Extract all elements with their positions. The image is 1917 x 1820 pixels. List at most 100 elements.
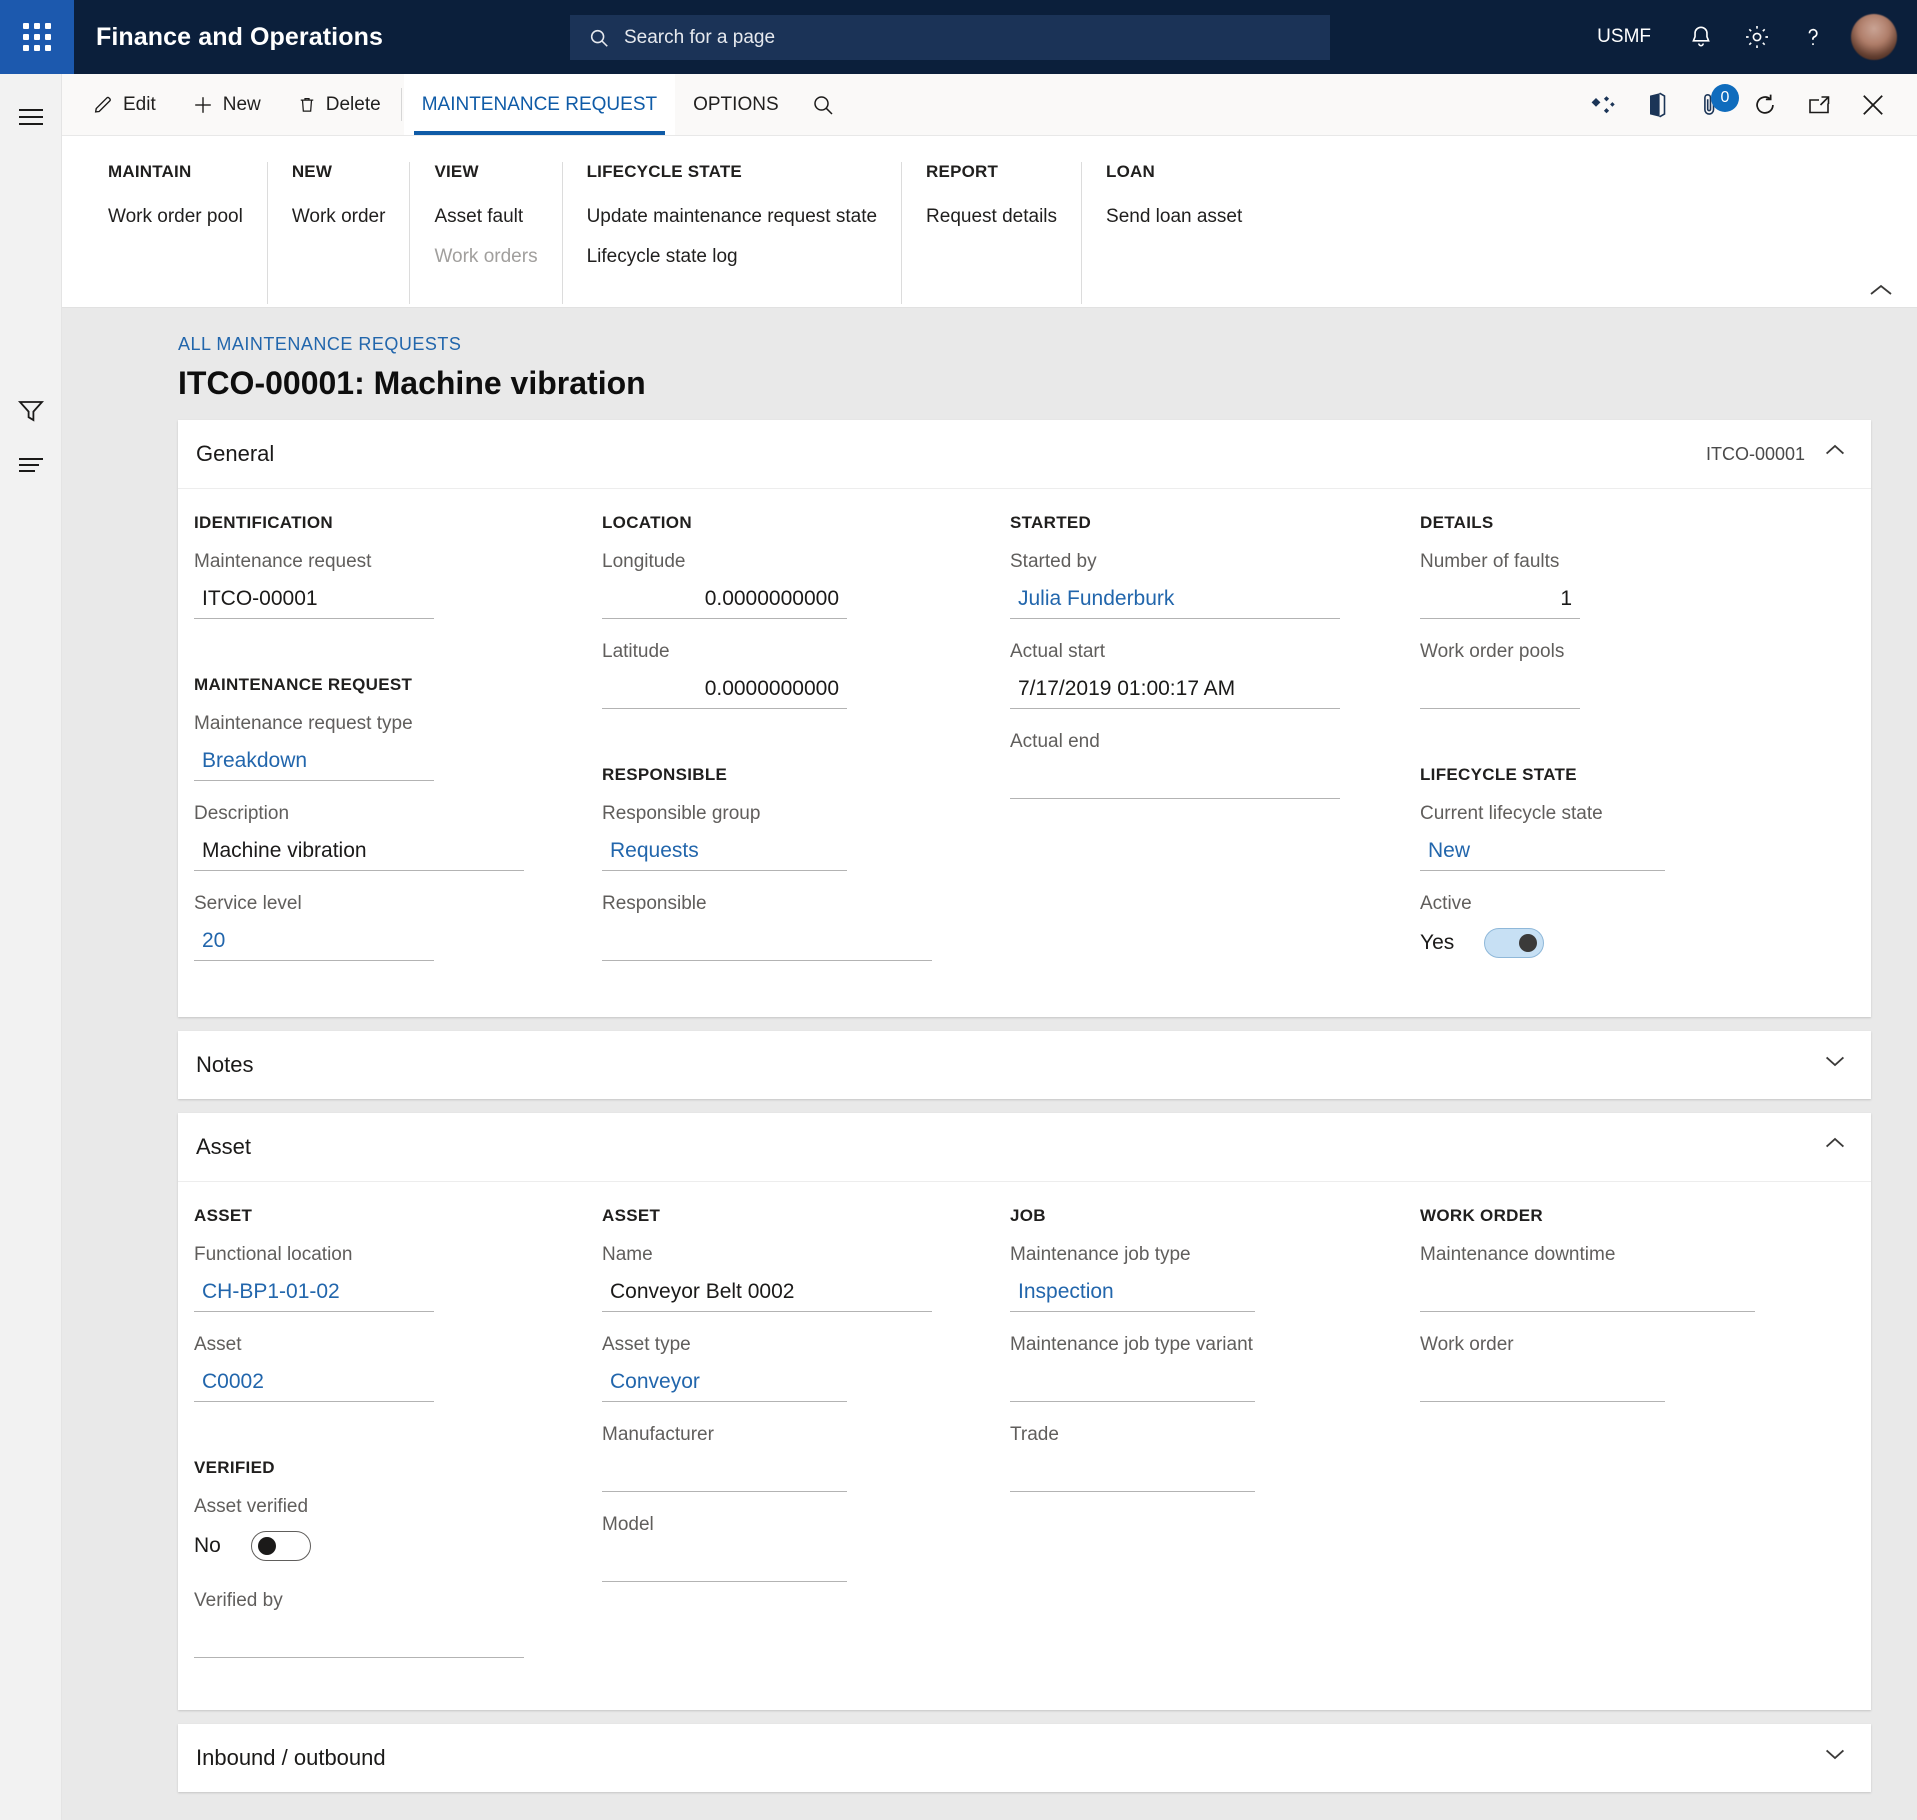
field-service-level: Service level 20 — [194, 893, 564, 961]
field-active-value: Yes — [1420, 931, 1454, 955]
field-responsible-group-input[interactable]: Requests — [602, 831, 847, 871]
section-general-body: IDENTIFICATION Maintenance request ITCO-… — [178, 488, 1871, 1017]
ribbon-group-maintain: MAINTAIN Work order pool — [84, 162, 268, 304]
section-inbound-outbound: Inbound / outbound — [178, 1724, 1871, 1792]
attachments-icon[interactable]: 0 — [1685, 74, 1737, 136]
company-selector[interactable]: USMF — [1597, 26, 1651, 48]
field-asset-input[interactable]: C0002 — [194, 1362, 434, 1402]
field-verified-by-label: Verified by — [194, 1590, 564, 1612]
section-asset-header[interactable]: Asset — [178, 1113, 1871, 1181]
tab-options-label: OPTIONS — [693, 94, 779, 116]
field-asset-type: Asset type Conveyor — [602, 1334, 972, 1402]
field-work-order-pools-input[interactable] — [1420, 669, 1580, 709]
delete-button[interactable]: Delete — [279, 74, 399, 135]
ribbon-item-asset-fault[interactable]: Asset fault — [434, 206, 537, 228]
open-in-office-icon[interactable] — [1631, 74, 1683, 136]
field-description-input[interactable]: Machine vibration — [194, 831, 524, 871]
filter-icon[interactable] — [10, 390, 52, 432]
group-maintenance-request-title: MAINTENANCE REQUEST — [194, 675, 564, 695]
field-longitude: Longitude 0.0000000000 — [602, 551, 972, 619]
group-asset-right-title: ASSET — [602, 1206, 972, 1226]
list-lines-icon[interactable] — [10, 444, 52, 486]
field-started-by-input[interactable]: Julia Funderburk — [1010, 579, 1340, 619]
avatar[interactable] — [1851, 14, 1897, 60]
field-functional-location-input[interactable]: CH-BP1-01-02 — [194, 1272, 434, 1312]
new-button[interactable]: New — [174, 74, 279, 135]
collapse-ribbon-chevron-up-icon[interactable] — [1869, 283, 1893, 297]
ribbon-item-send-loan-asset[interactable]: Send loan asset — [1106, 206, 1242, 228]
field-asset-type-input[interactable]: Conveyor — [602, 1362, 847, 1402]
field-maintenance-request-type-input[interactable]: Breakdown — [194, 741, 434, 781]
field-model-label: Model — [602, 1514, 972, 1536]
main-content: Edit New Delete MAINTENANCE REQUEST OPTI… — [62, 74, 1917, 1820]
field-maintenance-downtime-input[interactable] — [1420, 1272, 1755, 1312]
refresh-icon[interactable] — [1739, 74, 1791, 136]
field-verified-by: Verified by — [194, 1590, 564, 1658]
field-maintenance-job-type-variant-input[interactable] — [1010, 1362, 1255, 1402]
chevron-down-icon[interactable] — [1825, 1748, 1845, 1768]
field-maintenance-job-type-variant: Maintenance job type variant — [1010, 1334, 1382, 1402]
group-started-title: STARTED — [1010, 513, 1382, 533]
open-in-new-window-icon[interactable] — [1793, 74, 1845, 136]
field-name-input[interactable]: Conveyor Belt 0002 — [602, 1272, 932, 1312]
ribbon-item-work-order[interactable]: Work order — [292, 206, 386, 228]
field-actual-start-input[interactable]: 7/17/2019 01:00:17 AM — [1010, 669, 1340, 709]
field-manufacturer-input[interactable] — [602, 1452, 847, 1492]
field-work-order-input[interactable] — [1420, 1362, 1665, 1402]
field-trade-input[interactable] — [1010, 1452, 1255, 1492]
chevron-up-icon[interactable] — [1825, 1137, 1845, 1157]
field-name-label: Name — [602, 1244, 972, 1266]
ribbon-group-title: LIFECYCLE STATE — [587, 162, 877, 182]
field-actual-end-input[interactable] — [1010, 759, 1340, 799]
field-latitude-input[interactable]: 0.0000000000 — [602, 669, 847, 709]
field-asset-verified-label: Asset verified — [194, 1496, 564, 1518]
field-current-lifecycle-state: Current lifecycle state New — [1420, 803, 1822, 871]
waffle-icon[interactable] — [0, 0, 74, 74]
field-maintenance-request-input[interactable]: ITCO-00001 — [194, 579, 434, 619]
field-current-lifecycle-state-input[interactable]: New — [1420, 831, 1665, 871]
chevron-down-icon[interactable] — [1825, 1055, 1845, 1075]
ribbon-item-update-maintenance-request-state[interactable]: Update maintenance request state — [587, 206, 877, 228]
page-title: ITCO-00001: Machine vibration — [178, 365, 1917, 402]
tab-maintenance-request[interactable]: MAINTENANCE REQUEST — [404, 74, 675, 135]
field-verified-by-input[interactable] — [194, 1618, 524, 1658]
asset-verified-toggle-switch[interactable] — [251, 1531, 311, 1561]
search-input[interactable]: Search for a page — [570, 15, 1330, 60]
new-label: New — [223, 94, 261, 116]
hamburger-menu-icon[interactable] — [10, 96, 52, 138]
asset-column-asset-left: ASSET Functional location CH-BP1-01-02 A… — [178, 1198, 586, 1680]
ribbon-item-work-order-pool[interactable]: Work order pool — [108, 206, 243, 228]
field-longitude-input[interactable]: 0.0000000000 — [602, 579, 847, 619]
field-asset: Asset C0002 — [194, 1334, 564, 1402]
field-work-order-pools: Work order pools — [1420, 641, 1822, 709]
field-asset-verified-value: No — [194, 1534, 221, 1558]
breadcrumb[interactable]: ALL MAINTENANCE REQUESTS — [178, 334, 1917, 355]
field-number-of-faults-input[interactable]: 1 — [1420, 579, 1580, 619]
field-active-label: Active — [1420, 893, 1822, 915]
dynamics-diamond-icon[interactable] — [1577, 74, 1629, 136]
ribbon-item-lifecycle-state-log[interactable]: Lifecycle state log — [587, 246, 877, 268]
section-inbound-outbound-header[interactable]: Inbound / outbound — [178, 1724, 1871, 1792]
gear-icon[interactable] — [1729, 0, 1785, 74]
chevron-up-icon[interactable] — [1825, 444, 1845, 464]
help-icon[interactable] — [1785, 0, 1841, 74]
field-number-of-faults-label: Number of faults — [1420, 551, 1822, 573]
field-functional-location-label: Functional location — [194, 1244, 564, 1266]
notifications-icon[interactable] — [1673, 0, 1729, 74]
section-notes-header[interactable]: Notes — [178, 1031, 1871, 1099]
field-maintenance-job-type-input[interactable]: Inspection — [1010, 1272, 1255, 1312]
ribbon-group-title: VIEW — [434, 162, 537, 182]
section-general-header[interactable]: General ITCO-00001 — [178, 420, 1871, 488]
ribbon-item-request-details[interactable]: Request details — [926, 206, 1057, 228]
close-icon[interactable] — [1847, 74, 1899, 136]
edit-button[interactable]: Edit — [74, 74, 174, 135]
filter-search-icon[interactable] — [797, 74, 849, 136]
field-service-level-input[interactable]: 20 — [194, 921, 434, 961]
group-details-title: DETAILS — [1420, 513, 1822, 533]
field-model-input[interactable] — [602, 1542, 847, 1582]
ribbon-group-report: REPORT Request details — [902, 162, 1082, 304]
ribbon-group-title: LOAN — [1106, 162, 1242, 182]
field-responsible-input[interactable] — [602, 921, 932, 961]
tab-options[interactable]: OPTIONS — [675, 74, 797, 135]
active-toggle-switch[interactable] — [1484, 928, 1544, 958]
